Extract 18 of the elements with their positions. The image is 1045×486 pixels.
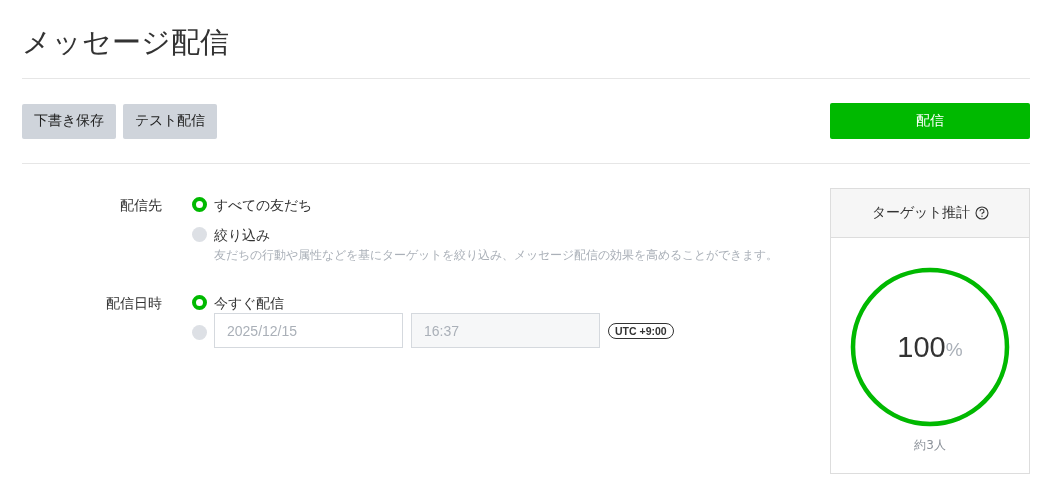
- toolbar-button[interactable]: テスト配信: [123, 103, 217, 139]
- option-description: 友だちの行動や属性などを基にターゲットを絞り込み、メッセージ配信の効果を高めることができます。: [214, 247, 779, 264]
- option-label[interactable]: すべての友だち: [214, 194, 312, 216]
- toolbar-button[interactable]: 下書き保存: [22, 103, 116, 139]
- option-label[interactable]: 絞り込み: [214, 224, 789, 246]
- card-title: ターゲット推計: [871, 204, 970, 222]
- radio-button[interactable]: [192, 197, 207, 212]
- form-label: 配信日時: [105, 294, 163, 313]
- radio-button[interactable]: [192, 295, 207, 310]
- option-label[interactable]: 今すぐ配信: [214, 292, 284, 314]
- audience-count: 約3人: [914, 437, 946, 454]
- percentage-unit: %: [945, 339, 963, 361]
- page-title: メッセージ配信: [22, 0, 1030, 79]
- help-icon[interactable]: [974, 206, 989, 220]
- form-label: 配信先: [119, 196, 163, 215]
- radio-button[interactable]: [192, 227, 207, 242]
- percentage-value: 100: [897, 330, 946, 364]
- radio-button[interactable]: [192, 325, 207, 340]
